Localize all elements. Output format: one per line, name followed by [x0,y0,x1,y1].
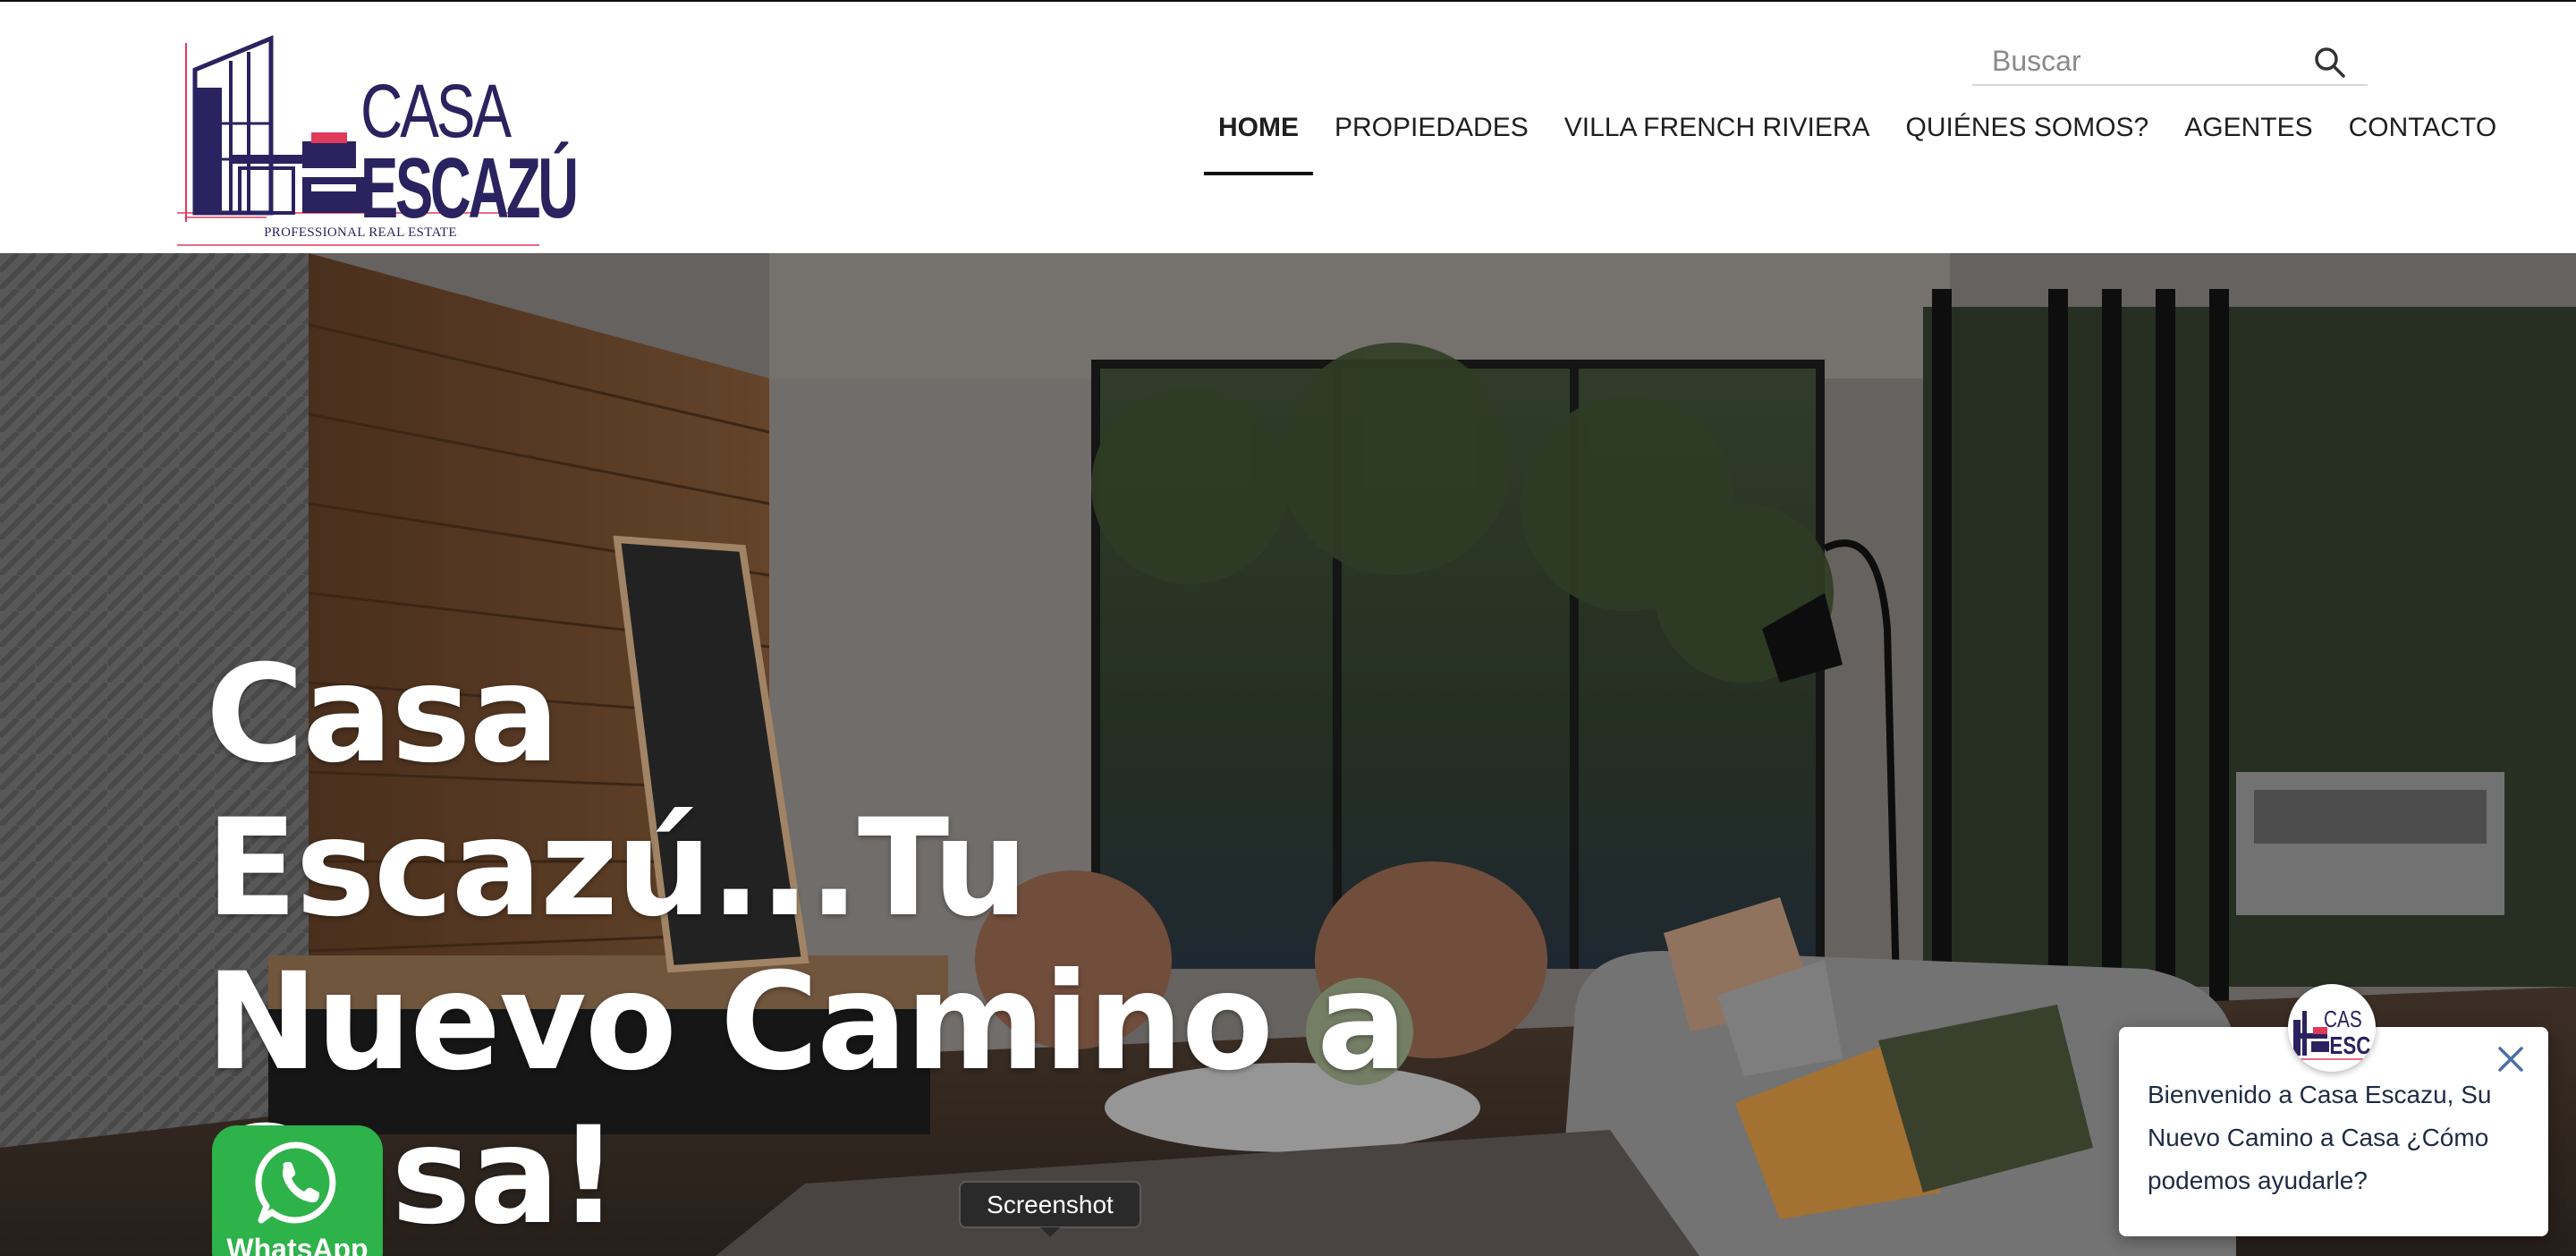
nav-item-quienes-somos[interactable]: QUIÉNES SOMOS? [1892,107,2164,175]
logo-tagline: PROFESSIONAL REAL ESTATE [264,225,457,240]
nav-item-villa-french-riviera[interactable]: VILLA FRENCH RIVIERA [1550,107,1885,175]
hero-title-line-2: Nuevo Camino a [206,945,1407,1100]
whatsapp-icon [255,1141,336,1224]
search-input[interactable] [1992,41,2305,81]
chat-message: Bienvenido a Casa Escazu, Su Nuevo Camin… [2148,1081,2492,1194]
svg-text:ESC: ESC [2329,1032,2370,1060]
search-box [1972,36,2368,86]
site-header: CASA ESCAZÚ PROFESSIONAL REAL ESTATE HOM… [0,0,2576,253]
nav-item-agentes[interactable]: AGENTES [2170,107,2326,175]
whatsapp-label: WhatsApp [226,1233,369,1256]
hero-title-line-3: Casa! [206,1099,619,1254]
hero-title: Casa Escazú...Tu Nuevo Camino a Casa! [206,638,1422,1253]
main-nav: HOME PROPIEDADES VILLA FRENCH RIVIERA QU… [1204,107,2518,175]
search-button[interactable] [2310,43,2350,82]
nav-item-contacto[interactable]: CONTACTO [2334,107,2512,175]
logo-escazu-text: ESCAZÚ [360,140,579,236]
tooltip-arrow [1040,1227,1060,1237]
hero-title-line-1: Casa Escazú...Tu [206,637,1029,946]
chat-close-button[interactable] [2493,1041,2529,1077]
whatsapp-button[interactable]: WhatsApp [212,1125,383,1256]
nav-item-propiedades[interactable]: PROPIEDADES [1320,107,1543,175]
search-icon [2315,47,2345,78]
casa-escazu-logo[interactable]: CASA ESCAZÚ PROFESSIONAL REAL ESTATE [177,34,579,249]
close-icon [2498,1047,2523,1072]
screenshot-tooltip: Screenshot [959,1181,1141,1228]
nav-item-home[interactable]: HOME [1204,107,1313,175]
chat-avatar-logo-icon: CAS ESC [2292,1006,2372,1060]
chat-avatar[interactable]: CAS ESC [2288,984,2376,1072]
svg-text:CAS: CAS [2324,1006,2362,1032]
